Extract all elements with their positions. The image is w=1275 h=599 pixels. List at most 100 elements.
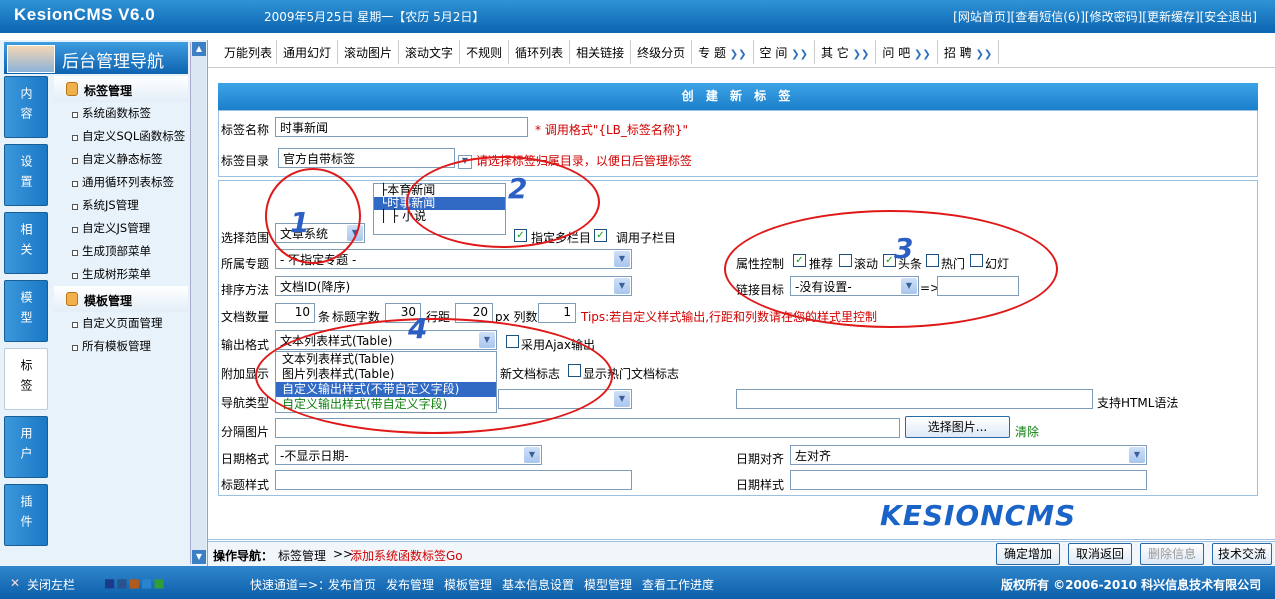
date-align-select[interactable]: 左对齐 ▼ bbox=[790, 445, 1147, 465]
date-style-label: 日期样式 bbox=[736, 478, 785, 492]
chevron-down-icon: ▼ bbox=[614, 391, 630, 407]
chevron-down-icon: ❯❯ bbox=[975, 49, 993, 60]
annotation-circle-3 bbox=[724, 210, 1058, 328]
quick-link[interactable]: 发布首页 bbox=[328, 576, 376, 593]
sub-column-label: 调用子栏目 bbox=[616, 231, 677, 245]
chevron-down-icon: ▼ bbox=[1129, 447, 1145, 463]
quick-link[interactable]: 模型管理 bbox=[584, 576, 632, 593]
tab-scroll-image[interactable]: 滚动图片 bbox=[338, 40, 400, 64]
header-date: 2009年5月25日 星期一【农历 5月2日】 bbox=[264, 10, 485, 24]
menu-item[interactable]: 自定义JS管理 bbox=[54, 217, 188, 240]
name-input[interactable]: 时事新闻 bbox=[275, 117, 528, 137]
tab-space[interactable]: 空 间 ❯❯ bbox=[754, 40, 815, 64]
sort-select[interactable]: 文档ID(降序) ▼ bbox=[275, 276, 632, 296]
operation-bar: 操作导航： 标签管理 >> 添加系统函数标签Go 确定增加 取消返回 删除信息 … bbox=[208, 541, 1275, 566]
vtab-model[interactable]: 模型 bbox=[4, 280, 48, 342]
scroll-up-icon[interactable]: ▲ bbox=[192, 42, 206, 56]
tab-jobs[interactable]: 招 聘 ❯❯ bbox=[938, 40, 1000, 64]
tab-other[interactable]: 其 它 ❯❯ bbox=[815, 40, 877, 64]
menu-item[interactable]: 通用循环列表标签 bbox=[54, 171, 188, 194]
cancel-return-button[interactable]: 取消返回 bbox=[1068, 543, 1132, 565]
count-input[interactable]: 10 bbox=[275, 303, 315, 323]
menu-item[interactable]: 生成顶部菜单 bbox=[54, 240, 188, 263]
pick-image-button[interactable]: 选择图片... bbox=[905, 416, 1010, 438]
menu-item[interactable]: 所有模板管理 bbox=[54, 335, 188, 358]
vtab-content[interactable]: 内容 bbox=[4, 76, 48, 138]
status-bar: ✕ 关闭左栏 ■■■■■ 快速通道=>： 发布首页 发布管理 模板管理 基本信息… bbox=[0, 566, 1275, 599]
name-label: 标签名称 bbox=[221, 123, 270, 137]
delete-info-button[interactable]: 删除信息 bbox=[1140, 543, 1204, 565]
title-style-input[interactable] bbox=[275, 470, 632, 490]
dir-select[interactable]: 官方自带标签 bbox=[278, 148, 455, 168]
chevron-down-icon: ▼ bbox=[614, 251, 630, 267]
tab-irregular[interactable]: 不规则 bbox=[460, 40, 510, 64]
quick-link[interactable]: 查看工作进度 bbox=[642, 576, 714, 593]
annotation-number-1: 1 bbox=[290, 206, 310, 239]
menu-item[interactable]: 系统JS管理 bbox=[54, 194, 188, 217]
tech-exchange-button[interactable]: 技术交流 bbox=[1212, 543, 1272, 565]
sidebar-vertical-tabs: 内容 设置 相关 模型 标签 用户 插件 bbox=[4, 76, 50, 552]
chevron-down-icon: ▼ bbox=[524, 447, 540, 463]
sub-column-checkbox[interactable]: ✓ bbox=[594, 229, 607, 242]
divider bbox=[208, 539, 1275, 540]
tab-scroll-text[interactable]: 滚动文字 bbox=[399, 40, 461, 64]
menu-group-template-mgmt[interactable]: 模板管理 bbox=[54, 286, 188, 312]
tab-topic[interactable]: 专 题 ❯❯ bbox=[692, 40, 754, 64]
tab-pagination[interactable]: 终级分页 bbox=[631, 40, 693, 64]
folder-icon bbox=[66, 82, 78, 96]
vtab-label[interactable]: 标签 bbox=[4, 348, 48, 410]
date-format-select[interactable]: -不显示日期- ▼ bbox=[275, 445, 542, 465]
annotation-number-2: 2 bbox=[508, 172, 528, 205]
header-links[interactable]: [网站首页][查看短信(6)][修改密码][更新缓存][安全退出] bbox=[953, 8, 1257, 25]
quick-link[interactable]: 基本信息设置 bbox=[502, 576, 574, 593]
avatar-image bbox=[7, 45, 55, 73]
menu-item[interactable]: 系统函数标签 bbox=[54, 102, 188, 125]
nav-html-input[interactable] bbox=[736, 389, 1093, 409]
annotation-number-3: 3 bbox=[894, 232, 914, 265]
sidebar: 后台管理导航 内容 设置 相关 模型 标签 用户 插件 标签管理 系统函数标签 … bbox=[0, 40, 208, 566]
tab-universal-list[interactable]: 万能列表 bbox=[220, 40, 278, 64]
tab-slideshow[interactable]: 通用幻灯 bbox=[277, 40, 339, 64]
vtab-settings[interactable]: 设置 bbox=[4, 144, 48, 206]
output-label: 输出格式 bbox=[221, 338, 270, 352]
scroll-down-icon[interactable]: ▼ bbox=[192, 550, 206, 564]
op-crumb[interactable]: 标签管理 bbox=[278, 547, 326, 564]
confirm-add-button[interactable]: 确定增加 bbox=[996, 543, 1060, 565]
date-align-label: 日期对齐 bbox=[736, 452, 785, 466]
name-hint: * 调用格式"{LB_标签名称}" bbox=[535, 123, 689, 137]
app-logo: KesionCMS V6.0 bbox=[14, 5, 156, 24]
nav-type-label: 导航类型 bbox=[221, 396, 270, 410]
clear-link[interactable]: 清除 bbox=[1015, 423, 1039, 440]
close-icon[interactable]: ✕ bbox=[10, 576, 20, 590]
annotation-circle-1 bbox=[265, 168, 361, 264]
tab-ask[interactable]: 问 吧 ❯❯ bbox=[876, 40, 938, 64]
count-unit: 条 bbox=[318, 310, 331, 324]
topic-label: 所属专题 bbox=[221, 257, 270, 271]
count-label: 文档数量 bbox=[221, 310, 270, 324]
quick-link[interactable]: 模板管理 bbox=[444, 576, 492, 593]
col-input[interactable]: 1 bbox=[538, 303, 576, 323]
tab-loop-list[interactable]: 循环列表 bbox=[509, 40, 571, 64]
copyright: 版权所有 ©2006-2010 科兴信息技术有限公司 bbox=[1001, 578, 1262, 592]
sidebar-scrollbar[interactable]: ▲ ▼ bbox=[190, 42, 206, 564]
menu-item[interactable]: 自定义静态标签 bbox=[54, 148, 188, 171]
scope-label: 选择范围 bbox=[221, 231, 270, 245]
vtab-user[interactable]: 用户 bbox=[4, 416, 48, 478]
separator-label: 分隔图片 bbox=[221, 425, 270, 439]
date-style-input[interactable] bbox=[790, 470, 1147, 490]
quick-link[interactable]: 发布管理 bbox=[386, 576, 434, 593]
annotation-circle-4 bbox=[255, 318, 613, 434]
main-form-area: 创 建 新 标 签 标签名称 时事新闻 * 调用格式"{LB_标签名称}" 标签… bbox=[208, 68, 1275, 542]
kesioncms-watermark-logo: KESIONCMS bbox=[880, 499, 1077, 532]
close-left-column[interactable]: 关闭左栏 bbox=[27, 576, 75, 593]
theme-swatches[interactable]: ■■■■■ bbox=[104, 576, 166, 590]
menu-item[interactable]: 自定义SQL函数标签 bbox=[54, 125, 188, 148]
vtab-plugin[interactable]: 插件 bbox=[4, 484, 48, 546]
tab-related-links[interactable]: 相关链接 bbox=[570, 40, 632, 64]
menu-item[interactable]: 自定义页面管理 bbox=[54, 312, 188, 335]
menu-item[interactable]: 生成树形菜单 bbox=[54, 263, 188, 286]
menu-group-label-mgmt[interactable]: 标签管理 bbox=[54, 76, 188, 102]
folder-icon bbox=[66, 292, 78, 306]
op-nav-label: 操作导航： bbox=[213, 549, 274, 563]
vtab-related[interactable]: 相关 bbox=[4, 212, 48, 274]
